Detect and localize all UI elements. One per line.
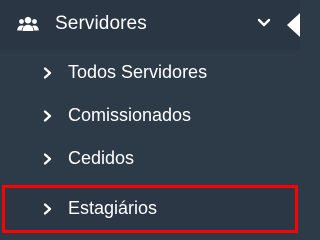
submenu-item-cedidos[interactable]: Cedidos [0,136,300,182]
submenu-item-label: Comissionados [68,105,192,125]
servidores-menu-header[interactable]: Servidores [0,0,300,50]
chevron-right-icon [43,67,52,79]
submenu-item-comissionados[interactable]: Comissionados [0,93,300,139]
submenu-item-label: Todos Servidores [68,62,208,82]
submenu-item-label: Estagiários [68,198,158,218]
active-indicator-notch [287,13,300,37]
chevron-right-icon [43,203,52,215]
chevron-down-icon[interactable] [257,18,271,28]
submenu-item-estagiarios[interactable]: Estagiários [2,185,298,233]
submenu-item-todos-servidores[interactable]: Todos Servidores [0,50,300,96]
users-icon [17,16,39,31]
servidores-submenu: Todos Servidores Comissionados Cedidos E… [0,50,300,238]
chevron-right-icon [43,110,52,122]
submenu-item-label: Cedidos [68,148,135,168]
chevron-right-icon [43,153,52,165]
sidebar-menu: Servidores Todos Servidores Comissionado… [0,0,300,238]
servidores-label: Servidores [55,13,147,34]
